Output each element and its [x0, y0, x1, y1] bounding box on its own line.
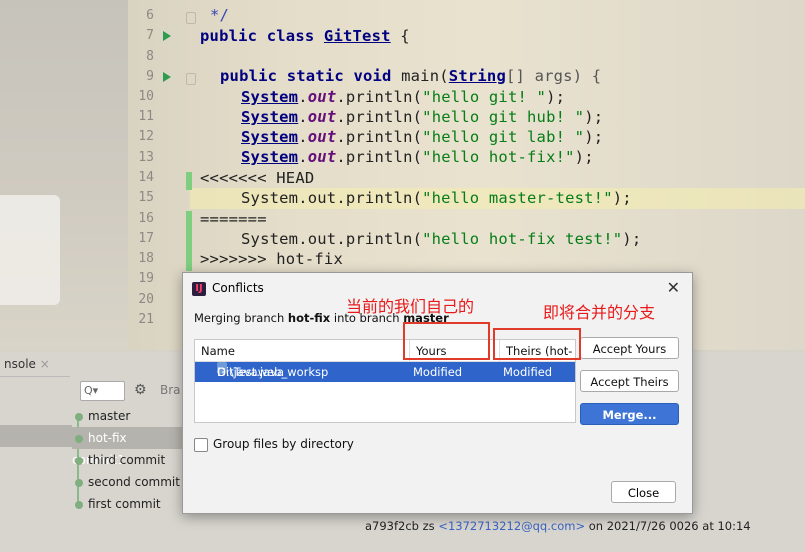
line-number: 6 [146, 8, 154, 23]
group-by-directory-checkbox[interactable] [194, 438, 208, 452]
commit-row-selected[interactable]: hot-fix commit1 [72, 427, 182, 467]
group-by-directory-label: Group files by directory [213, 437, 354, 451]
tab-console[interactable]: nsole × [0, 352, 70, 377]
code-line: */ [210, 6, 230, 24]
fold-icon[interactable] [186, 12, 196, 24]
accept-yours-button[interactable]: Accept Yours [580, 337, 679, 359]
column-header-name[interactable]: Name [195, 340, 409, 362]
commit-row[interactable]: first commit [72, 493, 182, 515]
code-line: System.out.println("hello hot-fix!"); [241, 148, 594, 166]
close-icon[interactable]: ✕ [667, 278, 680, 297]
line-number: 16 [138, 211, 154, 226]
merge-button[interactable]: Merge... [580, 403, 679, 425]
file-path: D:\javaweb_worksp [217, 365, 329, 379]
tab-console-label: nsole [4, 357, 36, 371]
commit-dot [75, 434, 83, 443]
commit-dot [75, 500, 83, 509]
close-icon[interactable]: × [40, 357, 50, 371]
gear-icon[interactable]: ⚙ [134, 382, 147, 398]
line-number: 7 [146, 28, 154, 43]
code-line: System.out.println("hello git lab! "); [241, 128, 604, 146]
commit-dot [75, 478, 83, 487]
line-number: 10 [138, 89, 154, 104]
code-line: public static void main(String[] args) { [220, 67, 602, 85]
theirs-status: Modified [503, 365, 553, 379]
annotation-theirs-text: 即将合并的分支 [543, 303, 656, 322]
line-number: 14 [138, 170, 154, 185]
annotation-box-yours [403, 322, 490, 360]
commit-row[interactable]: second commit [72, 471, 182, 493]
conflict-marker [186, 211, 192, 271]
line-number: 13 [138, 150, 154, 165]
line-number: 17 [138, 231, 154, 246]
table-row[interactable]: GitTest.java D:\javaweb_worksp Modified … [195, 362, 575, 382]
conflict-marker [186, 172, 192, 190]
line-number: 18 [138, 251, 154, 266]
commit-row[interactable]: third commit [72, 449, 182, 471]
line-number: 20 [138, 292, 154, 307]
code-line: System.out.println("hello master-test!")… [241, 189, 632, 207]
code-line: <<<<<<< HEAD [200, 169, 315, 187]
code-line: ======= [200, 210, 267, 228]
line-number: 21 [138, 312, 154, 327]
fold-icon[interactable] [186, 73, 196, 85]
commit-message: first commit [88, 497, 161, 511]
commit-message: second commit [88, 475, 180, 489]
line-number: 11 [138, 109, 154, 124]
annotation-box-theirs [493, 328, 581, 360]
line-number: 12 [138, 129, 154, 144]
dialog-title: Conflicts [212, 281, 264, 295]
project-pane [0, 0, 128, 350]
selection-highlight [0, 425, 72, 447]
branch-filter[interactable]: Bra [160, 383, 181, 397]
intellij-logo-icon: IJ [192, 282, 206, 296]
log-filter-input[interactable]: Q▾ [80, 381, 125, 401]
line-number: 9 [146, 69, 154, 84]
close-button[interactable]: Close [611, 481, 676, 503]
author-email-link[interactable]: <1372713212@qq.com> [438, 519, 585, 533]
commit-dot [75, 456, 83, 465]
run-class-icon[interactable] [163, 31, 171, 41]
code-line: >>>>>>> hot-fix [200, 250, 343, 268]
commit-details: a793f2cb zs <1372713212@qq.com> on 2021/… [365, 519, 751, 533]
commit-message: third commit [88, 453, 166, 467]
code-line: System.out.println("hello git hub! "); [241, 108, 604, 126]
run-main-icon[interactable] [163, 72, 171, 82]
line-number: 15 [138, 190, 154, 205]
commit-row[interactable]: master commit2 [72, 405, 182, 445]
code-line: System.out.println("hello git! "); [241, 88, 566, 106]
commit-dot [75, 412, 83, 421]
annotation-yours-text: 当前的我们自己的 [346, 297, 475, 316]
code-line: System.out.println("hello hot-fix test!"… [241, 230, 642, 248]
accept-theirs-button[interactable]: Accept Theirs [580, 370, 679, 392]
yours-status: Modified [413, 365, 463, 379]
background-decoration [0, 195, 60, 305]
line-number: 8 [146, 49, 154, 64]
line-number: 19 [138, 271, 154, 286]
code-line: public class GitTest { [200, 27, 410, 45]
